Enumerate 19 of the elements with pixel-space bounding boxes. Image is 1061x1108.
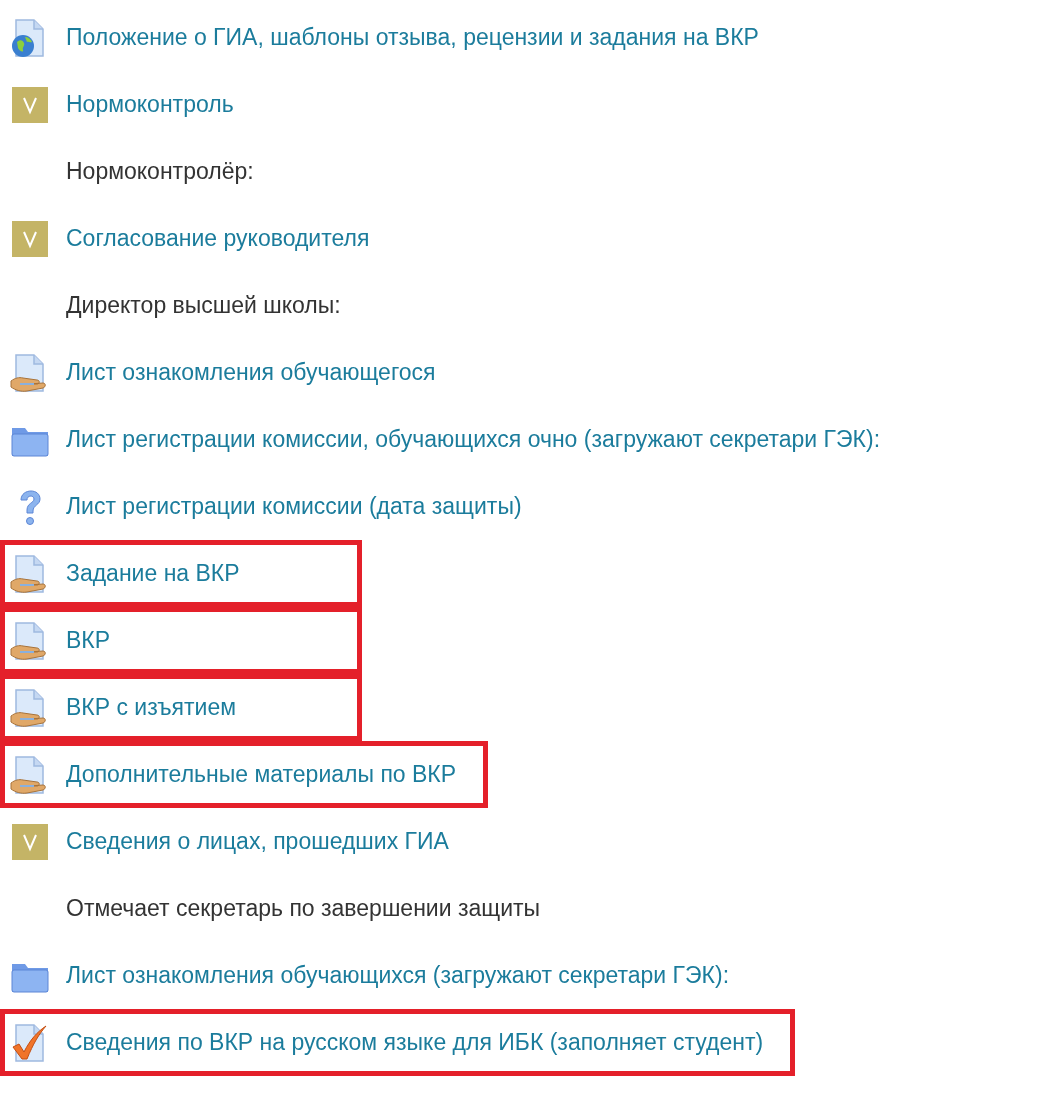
activity-link[interactable]: Лист регистрации комиссии (дата защиты)	[66, 493, 522, 520]
activity-link[interactable]: ВКР с изъятием	[66, 694, 237, 721]
activity-link[interactable]: Согласование руководителя	[66, 225, 370, 252]
activity-link[interactable]: Дополнительные материалы по ВКР	[66, 761, 457, 788]
letter-v-icon	[10, 821, 50, 862]
activity-link[interactable]: Сведения о лицах, прошедших ГИА	[66, 828, 449, 855]
activity-link[interactable]: ВКР	[66, 627, 111, 654]
activity-link[interactable]: Сведения по ВКР на русском языке для ИБК (заполняет студент)	[66, 1029, 764, 1056]
section-label: Отмечает секретарь по завершении защиты	[66, 895, 541, 922]
activity-link[interactable]: Задание на ВКР	[66, 560, 240, 587]
activity-link[interactable]: Нормоконтроль	[66, 91, 234, 118]
activity-link[interactable]: Лист ознакомления обучающегося	[66, 359, 436, 386]
activity-link[interactable]: Лист регистрации комиссии, обучающихся очно (загружают секретари ГЭК):	[66, 426, 881, 453]
letter-v-icon	[10, 218, 50, 259]
section-label: Директор высшей школы:	[66, 292, 341, 319]
activity-link[interactable]: Положение о ГИА, шаблоны отзыва, рецензии и задания на ВКР	[66, 24, 759, 51]
letter-v-icon	[10, 84, 50, 125]
activity-link[interactable]: Лист ознакомления обучающихся (загружают секретари ГЭК):	[66, 962, 730, 989]
section-label: Нормоконтролёр:	[66, 158, 254, 185]
